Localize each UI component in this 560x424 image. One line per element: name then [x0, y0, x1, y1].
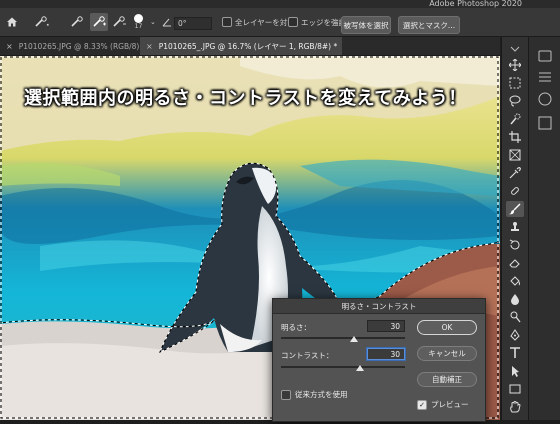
panel-icons	[538, 50, 552, 130]
preview-label: プレビュー	[431, 400, 469, 409]
brightness-input[interactable]: 30	[367, 320, 405, 332]
brightness-slider-thumb[interactable]	[350, 336, 358, 342]
quick-selection-icon[interactable]	[34, 8, 50, 36]
brush-size-value: 17	[134, 23, 143, 30]
preview-checkbox[interactable]: ✓ プレビュー	[417, 399, 469, 410]
lasso-tool-icon[interactable]	[506, 93, 524, 109]
close-icon[interactable]: ×	[146, 42, 153, 51]
tab-label: P1010265.JPG @ 8.33% (RGB/8)	[18, 41, 140, 51]
enhance-edge-box	[288, 17, 298, 27]
app-titlebar: Adobe Photoshop 2020	[0, 0, 560, 8]
eyedropper-tool-icon[interactable]	[506, 165, 524, 181]
brightness-label: 明るさ：	[281, 323, 311, 332]
overlay-headline: 選択範囲内の明るさ・コントラストを変えてみよう！	[24, 88, 467, 109]
select-subject-button[interactable]: 被写体を選択	[341, 16, 391, 34]
angle-input[interactable]: 0°	[174, 17, 212, 30]
chevron-down-icon[interactable]: ⌄	[150, 8, 156, 36]
add-to-selection-icon[interactable]	[90, 13, 108, 31]
move-tool-icon[interactable]	[506, 57, 524, 73]
panel-dock	[528, 37, 560, 420]
checkmark-icon: ✓	[417, 399, 427, 410]
pen-tool-icon[interactable]	[506, 327, 524, 343]
legacy-label: 従来方式を使用	[295, 390, 348, 399]
app-title: Adobe Photoshop 2020	[429, 0, 522, 8]
options-bar: 17 ⌄ 0° 全レイヤーを対象 エッジを強調 被写体を選択 選択とマスク...	[0, 8, 560, 37]
brightness-slider-track[interactable]	[281, 337, 405, 339]
contrast-slider-track[interactable]	[281, 366, 405, 368]
brush-tool-icon[interactable]	[506, 201, 524, 217]
rectangle-tool-icon[interactable]	[506, 381, 524, 397]
tab-document-1[interactable]: × P1010265.JPG @ 8.33% (RGB/8)	[0, 37, 144, 55]
clone-stamp-tool-icon[interactable]	[506, 219, 524, 235]
frame-tool-icon[interactable]	[506, 147, 524, 163]
tools-panel	[501, 37, 528, 420]
enhance-edge-label: エッジを強調	[301, 17, 346, 27]
sample-all-layers-label: 全レイヤーを対象	[235, 17, 295, 27]
eraser-tool-icon[interactable]	[506, 255, 524, 271]
blur-tool-icon[interactable]	[506, 291, 524, 307]
angle-icon	[162, 8, 172, 36]
subtract-selection-icon[interactable]	[112, 8, 126, 36]
legacy-checkbox-box	[281, 389, 291, 400]
hand-tool-icon[interactable]	[506, 399, 524, 415]
sample-all-layers-box	[222, 17, 232, 27]
sample-all-layers-checkbox[interactable]: 全レイヤーを対象	[222, 8, 295, 36]
cancel-button[interactable]: キャンセル	[417, 346, 477, 361]
tab-label: P1010265_.JPG @ 16.7% (レイヤー 1, RGB/8#) *	[158, 41, 338, 51]
paint-bucket-tool-icon[interactable]	[506, 273, 524, 289]
enhance-edge-checkbox[interactable]: エッジを強調	[288, 8, 346, 36]
auto-button[interactable]: 自動補正	[417, 372, 477, 387]
home-icon[interactable]	[6, 8, 18, 36]
tab-document-2[interactable]: × P1010265_.JPG @ 16.7% (レイヤー 1, RGB/8#)…	[140, 37, 342, 55]
select-and-mask-button[interactable]: 選択とマスク...	[398, 16, 460, 34]
close-icon[interactable]: ×	[6, 42, 13, 51]
path-selection-tool-icon[interactable]	[506, 363, 524, 379]
brush-size-picker[interactable]: 17	[134, 8, 143, 36]
legacy-checkbox[interactable]: 従来方式を使用	[281, 389, 348, 400]
history-brush-tool-icon[interactable]	[506, 237, 524, 253]
contrast-label: コントラスト：	[281, 351, 334, 360]
dialog-title: 明るさ・コントラスト	[273, 299, 485, 314]
collapse-icon[interactable]	[506, 41, 524, 57]
quick-selection-tool-icon[interactable]	[506, 111, 524, 127]
ok-button[interactable]: OK	[417, 320, 477, 335]
document-tab-bar: × P1010265.JPG @ 8.33% (RGB/8) × P101026…	[0, 37, 500, 56]
contrast-input[interactable]: 30	[367, 348, 405, 360]
marquee-tool-icon[interactable]	[506, 75, 524, 91]
new-selection-icon[interactable]	[70, 8, 84, 36]
brush-dot-icon	[134, 14, 143, 23]
type-tool-icon[interactable]	[506, 345, 524, 361]
dodge-tool-icon[interactable]	[506, 309, 524, 325]
crop-tool-icon[interactable]	[506, 129, 524, 145]
brightness-contrast-dialog: 明るさ・コントラスト 明るさ： 30 コントラスト： 30 OK キャンセル 自…	[272, 298, 486, 422]
healing-brush-tool-icon[interactable]	[506, 183, 524, 199]
contrast-slider-thumb[interactable]	[356, 365, 364, 371]
